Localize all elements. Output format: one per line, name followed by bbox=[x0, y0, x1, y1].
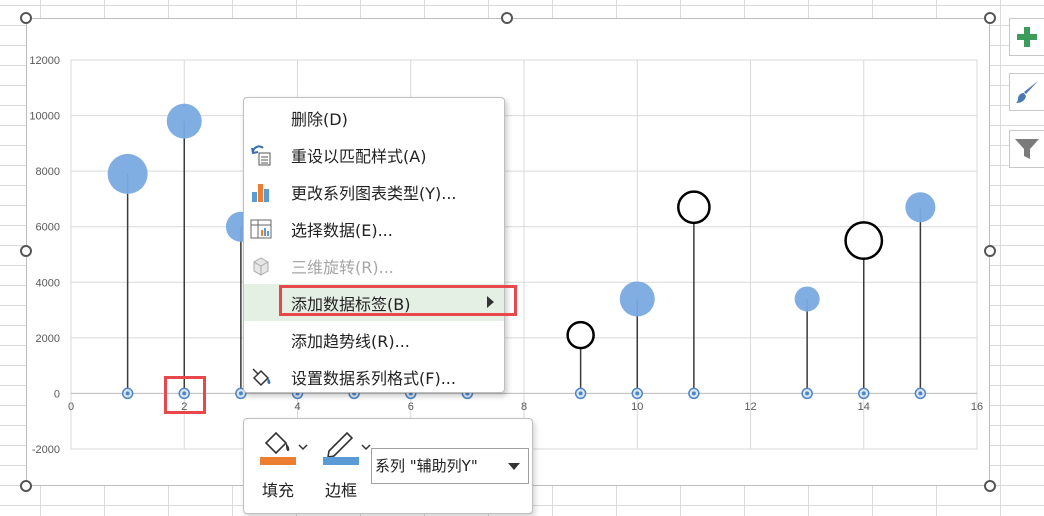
menu-item-3d-rotation: 三维旋转(R)... bbox=[244, 247, 504, 284]
x-tick-label: 8 bbox=[521, 401, 527, 413]
paint-bucket-icon bbox=[260, 431, 308, 465]
outline-label: 边框 bbox=[324, 481, 357, 500]
menu-item-reset-style[interactable]: 重设以匹配样式(A) bbox=[244, 136, 504, 173]
bubble-point bbox=[905, 192, 936, 223]
select-data-icon bbox=[250, 218, 272, 240]
brush-icon bbox=[1016, 81, 1038, 103]
series-point-center bbox=[691, 391, 696, 396]
x-tick-label: 6 bbox=[408, 401, 414, 413]
x-tick-label: 10 bbox=[631, 401, 643, 413]
series-point-center bbox=[125, 391, 130, 396]
series-point-center bbox=[578, 391, 583, 396]
resize-handle-middle-left[interactable] bbox=[20, 245, 32, 257]
resize-handle-top-right[interactable] bbox=[984, 12, 996, 24]
menu-item-label: 重设以匹配样式(A) bbox=[291, 146, 427, 166]
hollow-circle-point bbox=[844, 221, 884, 261]
y-tick-label: 8000 bbox=[36, 166, 60, 178]
format-mini-toolbar: 填充 边框 系列 "辅助列Y" bbox=[243, 418, 533, 514]
menu-item-delete[interactable]: 删除(D) bbox=[244, 99, 504, 136]
series-point-center bbox=[238, 391, 243, 396]
pen-icon bbox=[323, 431, 371, 465]
bubble-point bbox=[107, 153, 148, 194]
resize-handle-top-left[interactable] bbox=[20, 12, 32, 24]
menu-item-add-trendline[interactable]: 添加趋势线(R)... bbox=[244, 321, 504, 358]
filter-icon bbox=[1015, 139, 1039, 159]
y-tick-label: 2000 bbox=[36, 333, 60, 345]
menu-item-label: 更改系列图表类型(Y)... bbox=[291, 183, 457, 203]
bubble-point bbox=[166, 103, 202, 139]
hollow-circle-point bbox=[677, 190, 711, 225]
fill-label: 填充 bbox=[261, 481, 294, 500]
fill-button[interactable]: 填充 bbox=[256, 427, 312, 507]
reset-style-icon bbox=[250, 144, 272, 166]
chart-filters-button[interactable] bbox=[1009, 130, 1044, 168]
chart-styles-button[interactable] bbox=[1009, 73, 1044, 111]
x-tick-label: 0 bbox=[68, 401, 74, 413]
chart-type-icon bbox=[250, 181, 272, 203]
series-point-center bbox=[918, 391, 923, 396]
format-series-icon bbox=[250, 366, 272, 388]
menu-item-label: 选择数据(E)... bbox=[291, 220, 393, 240]
bubble-point bbox=[794, 286, 820, 312]
y-tick-label: -2000 bbox=[32, 444, 60, 456]
y-tick-label: 4000 bbox=[36, 277, 60, 289]
series-point-center bbox=[805, 391, 810, 396]
y-tick-label: 10000 bbox=[29, 111, 60, 123]
y-tick-label: 12000 bbox=[29, 55, 60, 67]
menu-item-change-chart-type[interactable]: 更改系列图表类型(Y)... bbox=[244, 173, 504, 210]
series-dropdown-value: 系列 "辅助列Y" bbox=[375, 457, 478, 475]
3d-rotation-icon bbox=[250, 255, 272, 277]
menu-item-label: 添加趋势线(R)... bbox=[291, 331, 410, 351]
context-menu: 删除(D) 重设以匹配样式(A) 更改系列图表类型(Y)... 选择数据(E)... 三… bbox=[243, 97, 505, 393]
outline-button[interactable]: 边框 bbox=[319, 427, 375, 507]
series-point-center bbox=[635, 391, 640, 396]
chevron-down-icon bbox=[508, 463, 520, 470]
hollow-circle-point bbox=[566, 320, 595, 350]
highlight-box-point bbox=[164, 376, 206, 414]
x-tick-label: 12 bbox=[744, 401, 756, 413]
chart-area[interactable]: 0 2 4 6 8 10 12 14 16 12000 10000 8000 6000 4000 2000 0… bbox=[26, 18, 990, 486]
resize-handle-middle-right[interactable] bbox=[984, 245, 996, 257]
resize-handle-bottom-left[interactable] bbox=[20, 480, 32, 492]
plus-icon bbox=[1017, 27, 1037, 47]
menu-item-select-data[interactable]: 选择数据(E)... bbox=[244, 210, 504, 247]
y-tick-label: 0 bbox=[54, 388, 60, 400]
menu-item-label: 设置数据系列格式(F)... bbox=[291, 368, 456, 388]
menu-item-label: 删除(D) bbox=[291, 109, 348, 129]
series-point-center bbox=[861, 391, 866, 396]
scatter-chart[interactable]: 0 2 4 6 8 10 12 14 16120001000080006000400020000… bbox=[27, 19, 989, 485]
menu-item-label: 三维旋转(R)... bbox=[291, 257, 394, 277]
bubble-point bbox=[619, 281, 655, 317]
x-tick-label: 14 bbox=[858, 401, 870, 413]
menu-item-format-data-series[interactable]: 设置数据系列格式(F)... bbox=[244, 358, 504, 395]
y-tick-label: 6000 bbox=[36, 222, 60, 234]
chart-elements-button[interactable] bbox=[1009, 18, 1044, 56]
highlight-box-menu-item bbox=[279, 285, 517, 316]
series-dropdown[interactable]: 系列 "辅助列Y" bbox=[371, 448, 529, 484]
x-tick-label: 16 bbox=[971, 401, 983, 413]
resize-handle-bottom-right[interactable] bbox=[984, 480, 996, 492]
x-tick-label: 4 bbox=[294, 401, 300, 413]
resize-handle-top-middle[interactable] bbox=[501, 12, 513, 24]
